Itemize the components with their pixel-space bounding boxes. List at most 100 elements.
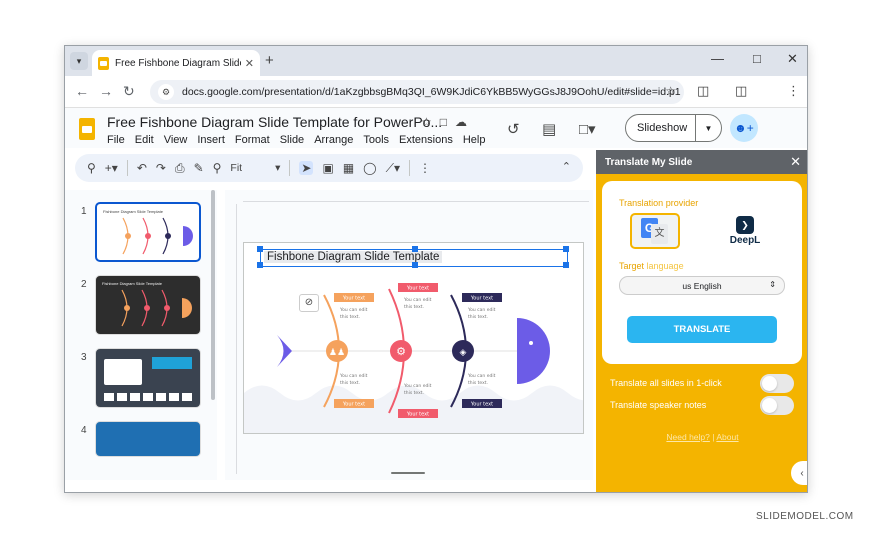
reload-icon[interactable]: ↻ [123,83,135,100]
menu-extensions[interactable]: Extensions [399,134,453,146]
slide-1-canvas[interactable]: ♟♟ ⚙ ◈ Your text You can edit this text. Yo… [243,242,584,434]
body-text-line: You can edit [339,307,368,313]
new-tab-plus-icon[interactable]: + [265,52,274,69]
move-folder-icon[interactable]: □ [440,115,455,129]
crop-image-icon[interactable]: ⊘ [299,294,319,312]
menu-file[interactable]: File [107,134,125,146]
speaker-notes-drag-handle[interactable] [391,472,425,474]
body-text-line: this text. [340,380,360,386]
slide-thumbnail[interactable] [95,348,201,408]
google-slides-logo-icon[interactable] [79,118,95,140]
resize-handle[interactable] [257,246,263,252]
share-person-add-icon[interactable]: ☻+ [730,114,758,142]
redo-icon[interactable]: ↷ [156,161,166,175]
tab-close-icon[interactable]: ✕ [245,57,254,70]
collapse-toolbar-chevron-icon[interactable]: ⌃ [562,160,571,173]
body-text-line: this text. [468,314,488,320]
panel-close-icon[interactable]: ✕ [790,154,801,170]
google-translate-option[interactable]: G文 [630,213,680,249]
translate-button[interactable]: TRANSLATE [627,316,777,343]
tab-search-chevron-icon[interactable]: ▾ [70,52,88,70]
image-icon[interactable]: ▦ [343,161,354,175]
paint-format-icon[interactable]: ✎ [194,161,204,175]
maximize-icon[interactable]: □ [753,51,761,66]
slide-number: 1 [81,206,87,217]
star-icon[interactable]: ☆ [421,115,440,129]
fishbone-diagram[interactable]: ♟♟ ⚙ ◈ Your textYou can editthis text.Yo… [244,243,584,434]
slideshow-button[interactable]: Slideshow ▼ [625,114,722,142]
undo-icon[interactable]: ↶ [137,161,147,175]
title-text-box[interactable]: Fishbone Diagram Slide Template [257,246,569,268]
slideshow-dropdown-chevron-icon[interactable]: ▼ [696,124,721,133]
print-icon[interactable]: ⎙ [175,161,185,176]
editing-toolbar: ⚲ +▾ ↶ ↷ ⎙ ✎ ⚲ Fit ▾ ➤ ▣ ▦ ◯ ⟋▾ ⋮ ⌃ [75,154,583,182]
resize-handle[interactable] [257,262,263,268]
browser-menu-icon[interactable]: ⋮ [787,83,800,99]
side-panel-icon[interactable]: ◫ [735,83,747,99]
bookmark-star-icon[interactable]: ☆ [665,84,676,98]
resize-handle[interactable] [412,262,418,268]
filmstrip-scrollbar[interactable] [211,190,215,400]
thumbnail-head [183,226,193,246]
search-menus-icon[interactable]: ⚲ [87,161,96,175]
menu-tools[interactable]: Tools [363,134,389,146]
text-box-icon[interactable]: ▣ [322,161,333,175]
vertical-ruler[interactable] [227,204,237,474]
select-cursor-icon[interactable]: ➤ [299,161,314,175]
line-icon[interactable]: ⟋▾ [386,161,400,176]
body-text-line: this text. [404,304,424,310]
zoom-icon[interactable]: ⚲ [213,161,222,175]
thumbnail-monitor-image [104,359,142,385]
menu-format[interactable]: Format [235,134,270,146]
menu-help[interactable]: Help [463,134,486,146]
menu-arrange[interactable]: Arrange [314,134,353,146]
slide-thumbnail[interactable]: Fishbone Diagram Slide Template [95,275,201,335]
cloud-status-icon[interactable]: ☁ [455,115,475,129]
deepl-option[interactable]: ❯ DeepL [720,213,770,249]
resize-handle[interactable] [563,246,569,252]
side-panel-chevron-icon[interactable]: ‹ [791,461,807,485]
slides-favicon-icon [98,56,109,70]
extensions-puzzle-icon[interactable]: ◫ [697,83,709,99]
toolbar-divider [289,160,291,176]
document-title[interactable]: Free Fishbone Diagram Slide Template for… [107,114,442,130]
body-text-line: this text. [468,380,488,386]
comments-icon[interactable]: ▤ [542,120,556,138]
slide-thumbnail[interactable] [95,421,201,457]
link-separator: | [712,432,715,442]
resize-handle[interactable] [563,262,569,268]
body-text-line: this text. [404,390,424,396]
translate-all-slides-toggle[interactable] [760,374,794,393]
browser-tab-active[interactable]: Free Fishbone Diagram Slide Te ✕ [92,50,260,76]
menu-slide[interactable]: Slide [280,134,304,146]
meet-camera-icon[interactable]: □▾ [579,120,596,138]
horizontal-ruler[interactable] [243,192,589,202]
target-language-select[interactable]: us English ⇕ [619,276,785,295]
menu-edit[interactable]: Edit [135,134,154,146]
forward-arrow-icon[interactable]: → [99,83,113,99]
minimize-icon[interactable]: — [711,51,724,66]
shape-icon[interactable]: ◯ [363,161,376,175]
provider-label: Translation provider [619,198,699,208]
window-close-icon[interactable]: ✕ [787,51,798,67]
thumbnail-head [182,298,192,318]
about-link[interactable]: About [716,432,738,442]
menu-view[interactable]: View [164,134,188,146]
new-slide-plus-icon[interactable]: +▾ [105,161,118,175]
toolbar-divider [126,160,128,176]
back-arrow-icon[interactable]: ← [75,83,89,99]
url-omnibox[interactable]: ⚙ docs.google.com/presentation/d/1aKzgbb… [150,80,684,104]
menu-bar: File Edit View Insert Format Slide Arrange Tool… [107,134,485,146]
resize-handle[interactable] [412,246,418,252]
menu-insert[interactable]: Insert [197,134,225,146]
zoom-select[interactable]: Fit ▾ [230,162,280,174]
speaker-notes-toggle[interactable] [760,396,794,415]
need-help-link[interactable]: Need help? [666,432,709,442]
more-options-icon[interactable]: ⋮ [419,161,431,175]
site-info-icon[interactable]: ⚙ [158,84,174,100]
thumbnail-node [145,233,151,239]
slide-filmstrip: ▦ ‹ 1Fishbone Diagram Slide Template2Fis… [65,190,217,480]
body-text-line: You can edit [403,297,432,303]
slide-thumbnail[interactable]: Fishbone Diagram Slide Template [95,202,201,262]
version-history-icon[interactable]: ↺ [507,120,520,138]
